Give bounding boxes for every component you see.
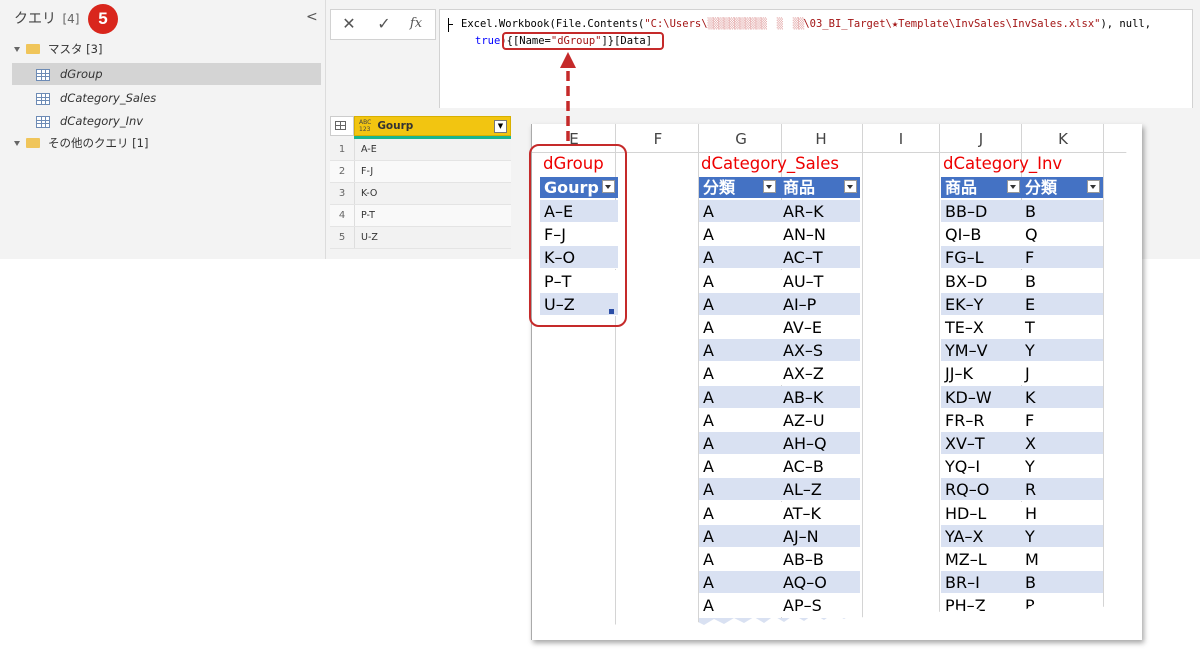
- fx-icon[interactable]: fx: [405, 16, 427, 31]
- queries-pane: クエリ [4] 5 < マスタ [3] dGroup dCategory_Sal…: [0, 0, 326, 259]
- row-index: 3: [330, 183, 355, 204]
- query-item-dcategory-sales[interactable]: dCategory_Sales: [36, 87, 156, 109]
- queries-title: クエリ [4]: [14, 8, 79, 28]
- code-true: true: [475, 35, 501, 47]
- highlight-selector-box: [502, 32, 664, 50]
- queries-count: [4]: [62, 12, 80, 26]
- table-icon: [36, 68, 50, 81]
- table-row[interactable]: 1 A-E: [330, 139, 511, 161]
- table-icon: [36, 92, 50, 105]
- cell-value[interactable]: K-O: [355, 183, 377, 204]
- group-other-label: その他のクエリ [1]: [48, 136, 149, 150]
- code-path: "C:\Users\: [644, 18, 708, 30]
- table-menu-icon[interactable]: [330, 116, 354, 136]
- table-row[interactable]: 4 P-T: [330, 205, 511, 227]
- column-filter-icon[interactable]: ▼: [494, 119, 507, 133]
- cell-value[interactable]: P-T: [355, 205, 375, 226]
- formula-buttons: ✕ ✓ fx: [330, 9, 436, 40]
- table-row[interactable]: 3 K-O: [330, 183, 511, 205]
- code-path-end: \03_BI_Target\★Template\InvSales\InvSale…: [803, 18, 1101, 30]
- group-other-queries[interactable]: その他のクエリ [1]: [14, 132, 148, 154]
- formula-line-1: Excel.Workbook(File.Contents("C:\Users\▒…: [461, 18, 1151, 30]
- table-row[interactable]: 2 F-J: [330, 161, 511, 183]
- row-index: 5: [330, 227, 355, 248]
- type-any-icon[interactable]: ABC 123: [359, 119, 371, 133]
- query-item-dcategory-inv[interactable]: dCategory_Inv: [36, 110, 143, 132]
- type-label-bottom: 123: [359, 126, 371, 133]
- formula-editor[interactable]: Excel.Workbook(File.Contents("C:\Users\▒…: [439, 9, 1193, 110]
- query-item-dgroup[interactable]: dGroup: [12, 63, 321, 85]
- query-item-label: dCategory_Inv: [60, 114, 144, 128]
- type-label-top: ABC: [359, 119, 372, 126]
- preview-rows: 1 A-E 2 F-J 3 K-O 4 P-T 5 U-Z: [330, 139, 511, 249]
- expand-triangle-icon[interactable]: [14, 141, 20, 146]
- collapse-pane-icon[interactable]: <: [306, 9, 318, 25]
- cell-value[interactable]: A-E: [355, 139, 377, 160]
- blurred-path: ▒▒▒▒▒▒▒▒▒▒▒ ▒ ▒▒: [707, 18, 805, 30]
- table-icon: [36, 115, 50, 128]
- queries-label: クエリ: [14, 11, 56, 27]
- row-index: 1: [330, 139, 355, 160]
- query-item-label: dGroup: [60, 67, 103, 81]
- commit-icon[interactable]: ✓: [373, 14, 395, 33]
- group-master-label: マスタ [3]: [48, 42, 103, 56]
- cell-value[interactable]: F-J: [355, 161, 373, 182]
- folder-icon: [26, 137, 40, 148]
- step-badge: 5: [88, 4, 118, 34]
- preview-table: ABC 123 Gourp ▼ 1 A-E 2 F-J 3 K-O 4 P-T 5 U-Z: [330, 116, 511, 249]
- cancel-icon[interactable]: ✕: [338, 14, 360, 33]
- text-cursor: [448, 18, 449, 32]
- cell-value[interactable]: U-Z: [355, 227, 378, 248]
- table-row[interactable]: 5 U-Z: [330, 227, 511, 249]
- row-index: 2: [330, 161, 355, 182]
- query-item-label: dCategory_Sales: [60, 91, 157, 105]
- code-fn: Excel.Workbook(File.Contents(: [461, 18, 645, 30]
- cursor-tick: [449, 24, 453, 25]
- column-header-gourp[interactable]: ABC 123 Gourp ▼: [354, 116, 511, 136]
- column-name: Gourp: [377, 120, 414, 132]
- preview-header: ABC 123 Gourp ▼: [330, 116, 511, 136]
- highlight-dgroup-table: [529, 144, 627, 327]
- group-master[interactable]: マスタ [3]: [14, 38, 102, 60]
- row-index: 4: [330, 205, 355, 226]
- expand-triangle-icon[interactable]: [14, 47, 20, 52]
- folder-icon: [26, 43, 40, 54]
- code-args: ), null,: [1100, 18, 1152, 30]
